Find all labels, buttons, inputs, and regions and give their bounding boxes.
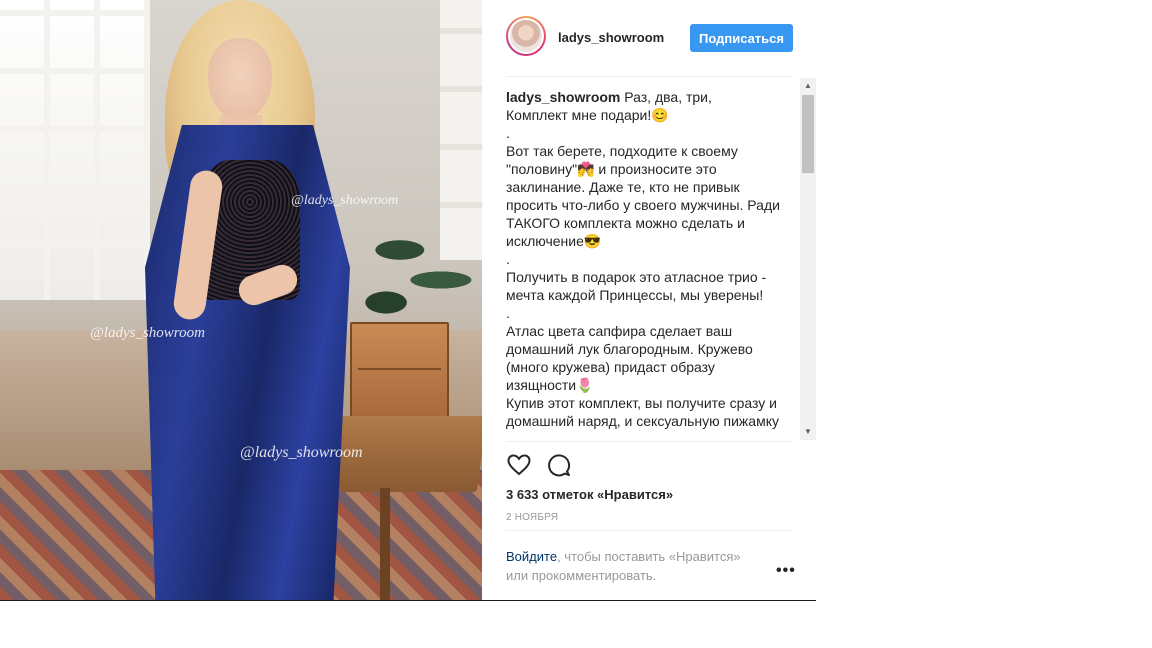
header-username[interactable]: ladys_showroom <box>558 30 664 45</box>
caption-line: . <box>506 125 510 141</box>
watermark: @ladys_showroom <box>90 325 205 341</box>
caption-divider <box>506 441 793 442</box>
post-date: 2 НОЯБРЯ <box>506 512 559 523</box>
photo-window <box>0 0 150 300</box>
caption-username[interactable]: ladys_showroom <box>506 89 620 105</box>
watermark: @ladys_showroom <box>240 444 363 461</box>
caption-line: Комплект мне подари!😊 <box>506 107 669 123</box>
photo-model <box>130 0 360 600</box>
scrollbar-thumb[interactable] <box>802 95 814 173</box>
likes-count[interactable]: 3 633 отметок «Нравится» <box>506 487 673 502</box>
comment-icon[interactable] <box>546 452 572 478</box>
post-side-panel: ladys_showroom Подписаться ladys_showroo… <box>482 0 816 600</box>
watermark: @ladys_showroom <box>291 193 399 208</box>
caption-scroll-area[interactable]: ladys_showroom Раз, два, три, Комплект м… <box>506 88 796 440</box>
photo-cabinet <box>350 322 449 421</box>
post-actions <box>506 452 606 480</box>
login-prompt: Войдите, чтобы поставить «Нравится» или … <box>506 547 766 585</box>
photo-table-leg <box>380 488 390 600</box>
caption-line: Вот так берете, подходите к своему "поло… <box>506 143 780 249</box>
scroll-up-icon[interactable]: ▲ <box>800 78 816 94</box>
page-divider <box>0 600 816 601</box>
post-header: ladys_showroom Подписаться <box>506 16 793 60</box>
caption-line: . <box>506 251 510 267</box>
more-options-icon[interactable]: ••• <box>776 562 796 580</box>
footer-divider <box>506 530 793 531</box>
post-photo[interactable]: @ladys_showroom @ladys_showroom @ladys_s… <box>0 0 482 600</box>
caption-line: ladys_showroom Раз, два, три, <box>506 88 786 106</box>
caption-line: Получить в подарок это атласное трио - м… <box>506 269 767 303</box>
caption-line: Купив этот комплект, вы получите сразу и… <box>506 395 779 429</box>
avatar-image <box>508 18 544 54</box>
follow-button[interactable]: Подписаться <box>690 24 793 52</box>
photo-plant <box>345 190 482 340</box>
caption-line-text: Раз, два, три, <box>624 89 712 105</box>
login-link[interactable]: Войдите <box>506 549 557 564</box>
caption-scrollbar[interactable]: ▲ ▼ <box>800 78 816 440</box>
caption-line: Атлас цвета сапфира сделает ваш домашний… <box>506 323 753 393</box>
header-divider <box>506 76 793 77</box>
avatar[interactable] <box>506 16 546 56</box>
caption-text: ladys_showroom Раз, два, три, Комплект м… <box>506 88 786 430</box>
caption-line: . <box>506 305 510 321</box>
model-face <box>208 38 272 120</box>
heart-icon[interactable] <box>506 452 532 478</box>
scroll-down-icon[interactable]: ▼ <box>800 424 816 440</box>
